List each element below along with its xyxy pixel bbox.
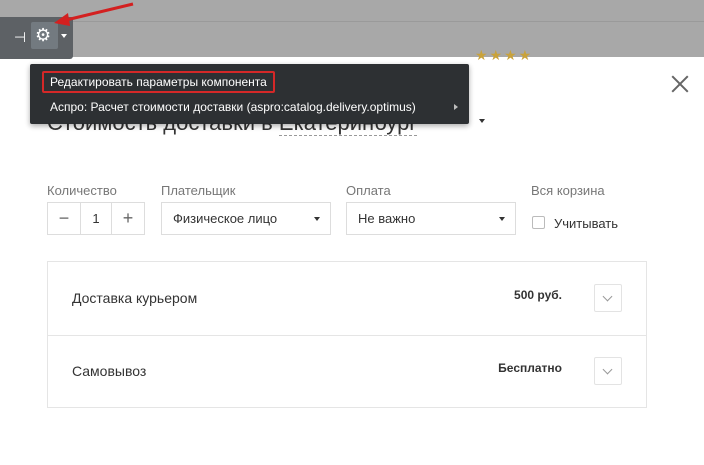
context-menu: Редактировать параметры компонента Аспро… (30, 64, 469, 124)
payer-label: Плательщик (161, 183, 236, 198)
chevron-down-icon (602, 291, 613, 302)
expand-button[interactable] (594, 357, 622, 385)
chevron-down-icon (314, 217, 320, 221)
pin-icon[interactable]: ⊣ (10, 27, 30, 47)
cart-label: Вся корзина (531, 183, 605, 198)
delivery-name: Доставка курьером (72, 290, 198, 306)
list-item: Доставка курьером 500 руб. (48, 262, 646, 336)
delivery-name: Самовывоз (72, 363, 147, 379)
decrement-button[interactable]: − (48, 203, 81, 234)
quantity-label: Количество (47, 183, 117, 198)
delivery-list: Доставка курьером 500 руб. Самовывоз Бес… (47, 261, 647, 408)
payment-label: Оплата (346, 183, 391, 198)
quantity-stepper: − 1 + (47, 202, 145, 235)
list-item: Самовывоз Бесплатно (48, 335, 646, 408)
payer-select[interactable]: Физическое лицо (161, 202, 331, 235)
cart-checkbox[interactable] (532, 216, 545, 229)
cart-checkbox-label[interactable]: Учитывать (554, 216, 618, 231)
chevron-down-icon[interactable] (479, 119, 485, 123)
submenu-arrow-icon (454, 104, 458, 110)
annotation-arrow (54, 2, 134, 26)
rating-stars: ★★★★ (475, 47, 534, 63)
delivery-price: 500 руб. (514, 288, 562, 302)
delivery-price: Бесплатно (498, 361, 562, 375)
menu-item-component[interactable]: Аспро: Расчет стоимости доставки (aspro:… (50, 100, 416, 115)
chevron-down-icon (499, 217, 505, 221)
chevron-down-icon (602, 364, 613, 375)
payment-value: Не важно (358, 211, 416, 226)
payer-value: Физическое лицо (173, 211, 278, 226)
expand-button[interactable] (594, 284, 622, 312)
close-icon[interactable] (671, 75, 689, 93)
payment-select[interactable]: Не важно (346, 202, 516, 235)
increment-button[interactable]: + (111, 203, 144, 234)
quantity-input[interactable]: 1 (81, 203, 111, 234)
menu-item-edit-parameters[interactable]: Редактировать параметры компонента (42, 71, 275, 93)
